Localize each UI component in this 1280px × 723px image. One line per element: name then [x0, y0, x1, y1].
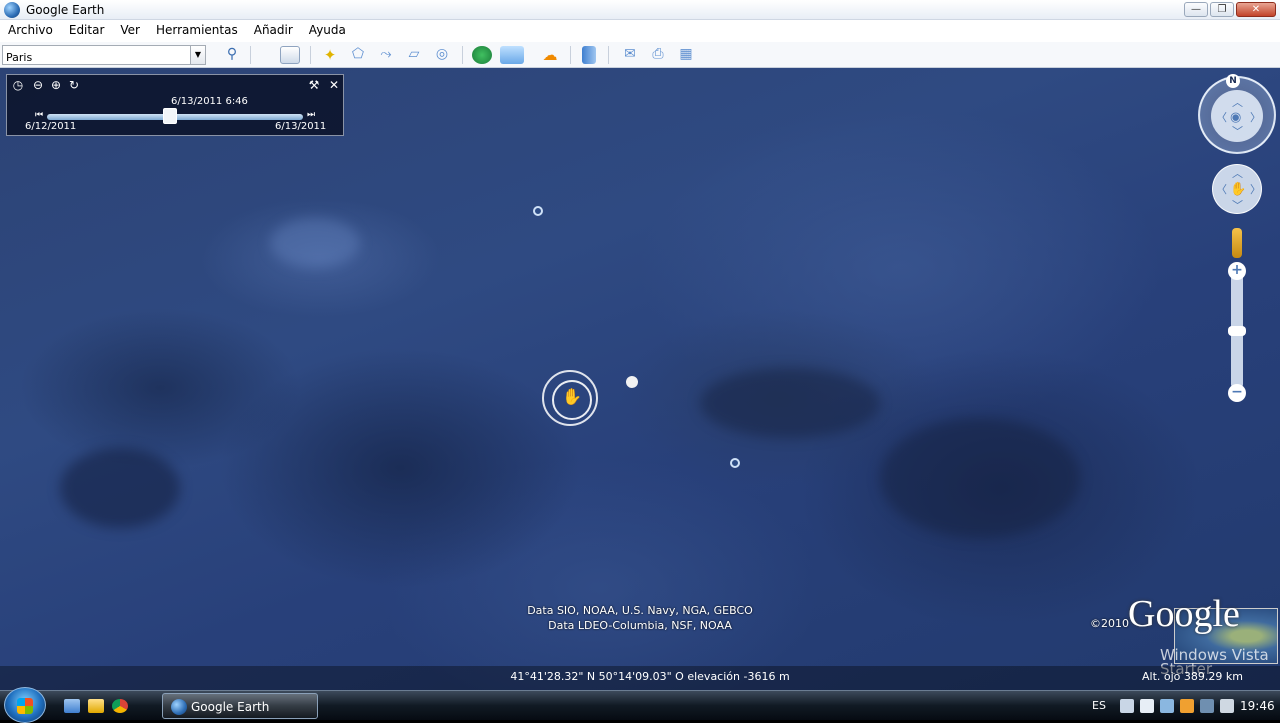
polygon-icon[interactable]: ⬠ — [348, 46, 368, 64]
window-title: Google Earth — [26, 3, 105, 17]
zoom-in-button[interactable]: + — [1228, 262, 1246, 280]
tour-icon[interactable]: ◎ — [432, 46, 452, 64]
sky-icon[interactable]: ☁ — [540, 46, 560, 64]
look-down-icon[interactable]: ﹀ — [1232, 126, 1243, 137]
print-icon[interactable]: ⎙ — [648, 46, 668, 64]
map-placemark[interactable] — [730, 458, 740, 468]
show-desktop-icon[interactable] — [64, 699, 80, 713]
time-end-label: 6/13/2011 — [275, 121, 327, 132]
google-earth-icon — [171, 699, 187, 715]
zoom-out-time-icon[interactable]: ⊖ — [31, 78, 45, 92]
north-indicator[interactable]: N — [1226, 74, 1240, 88]
map-marker-object[interactable] — [626, 376, 638, 388]
copyright-label: ©2010 — [1090, 617, 1129, 630]
settings-wrench-icon[interactable]: ⚒ — [307, 78, 321, 92]
eye-icon: ◉ — [1230, 110, 1242, 125]
google-earth-window: Google Earth — ❐ ✕ Archivo Editar Ver He… — [0, 0, 1280, 690]
menu-editar[interactable]: Editar — [61, 20, 113, 42]
chrome-icon[interactable] — [112, 699, 128, 713]
zoom-out-button[interactable]: − — [1228, 384, 1246, 402]
menu-anadir[interactable]: Añadir — [246, 20, 301, 42]
look-right-icon[interactable]: 〉 — [1250, 112, 1261, 123]
time-start-label: 6/12/2011 — [25, 121, 77, 132]
step-back-icon[interactable]: ⏮ — [35, 109, 45, 121]
tray-icon[interactable] — [1160, 699, 1174, 713]
street-view-pegman-icon[interactable] — [1232, 228, 1242, 258]
windows-logo-icon — [17, 698, 33, 714]
hand-cursor-icon: ✋ — [562, 387, 582, 406]
folder-icon[interactable] — [88, 699, 104, 713]
move-down-icon[interactable]: ﹀ — [1232, 200, 1243, 211]
zoom-slider-thumb[interactable] — [1228, 326, 1246, 336]
language-indicator[interactable]: ES — [1092, 699, 1106, 712]
taskbar: Google Earth ES 19:46 — [0, 687, 1280, 723]
email-icon[interactable]: ✉ — [620, 46, 640, 64]
status-bar: 41°41'28.32" N 50°14'09.03" O elevación … — [0, 666, 1280, 690]
volume-icon[interactable] — [1220, 699, 1234, 713]
clock-icon[interactable]: ◷ — [11, 78, 25, 92]
google-earth-icon — [4, 2, 20, 18]
look-left-icon[interactable]: 〈 — [1216, 112, 1227, 123]
tray-icon[interactable] — [1180, 699, 1194, 713]
move-right-icon[interactable]: 〉 — [1250, 184, 1261, 195]
terrain-feature — [880, 418, 1080, 538]
search-icon[interactable]: ⚲ — [222, 46, 242, 64]
network-icon[interactable] — [1200, 699, 1214, 713]
image-overlay-icon[interactable]: ▱ — [404, 46, 424, 64]
minimize-button[interactable]: — — [1184, 2, 1208, 17]
sunlight-icon[interactable] — [500, 46, 524, 64]
search-input[interactable] — [3, 48, 189, 67]
map-view[interactable]: ◷ ⊖ ⊕ ↻ ⚒ ✕ 6/13/2011 6:46 ⏮ ⏭ 6/12/2011… — [0, 68, 1280, 690]
tray-icon[interactable] — [1120, 699, 1134, 713]
play-loop-icon[interactable]: ↻ — [67, 78, 81, 92]
search-field[interactable]: ▼ — [2, 45, 206, 67]
time-slider-thumb[interactable] — [162, 108, 177, 124]
move-up-icon[interactable]: ︿ — [1232, 168, 1243, 179]
system-tray: ES 19:46 — [1084, 691, 1280, 721]
chevron-down-icon[interactable]: ▼ — [190, 46, 205, 64]
menu-herramientas[interactable]: Herramientas — [148, 20, 246, 42]
map-placemark[interactable] — [533, 206, 543, 216]
terrain-feature — [700, 368, 880, 438]
zoom-in-time-icon[interactable]: ⊕ — [49, 78, 63, 92]
step-forward-icon[interactable]: ⏭ — [307, 109, 317, 121]
title-bar[interactable]: Google Earth — ❐ ✕ — [0, 0, 1280, 20]
tray-icon[interactable] — [1140, 699, 1154, 713]
eye-altitude-readout: Alt. ojo 389.29 km — [1142, 670, 1243, 683]
maximize-button[interactable]: ❐ — [1210, 2, 1234, 17]
close-button[interactable]: ✕ — [1236, 2, 1276, 17]
menu-ayuda[interactable]: Ayuda — [301, 20, 354, 42]
taskbar-label: Google Earth — [191, 700, 270, 714]
sidebar-toggle-icon[interactable] — [280, 46, 300, 64]
attribution-line-1: Data SIO, NOAA, U.S. Navy, NGA, GEBCO — [527, 604, 753, 617]
move-left-icon[interactable]: 〈 — [1216, 184, 1227, 195]
taskbar-google-earth[interactable]: Google Earth — [162, 693, 318, 719]
maps-icon[interactable]: ▦ — [676, 46, 696, 64]
ruler-icon[interactable] — [582, 46, 596, 64]
placemark-icon[interactable]: ✦ — [320, 46, 340, 64]
attribution-line-2: Data LDEO-Columbia, NSF, NOAA — [548, 619, 732, 632]
historical-imagery-icon[interactable] — [472, 46, 492, 64]
time-current-label: 6/13/2011 6:46 — [171, 96, 248, 107]
pan-target-cursor: ✋ — [542, 370, 598, 426]
start-button[interactable] — [4, 687, 46, 723]
hand-icon: ✋ — [1230, 182, 1247, 197]
toolbar: ▼ ⚲ ✦ ⬠ ⤳ ▱ ◎ ☁ ✉ ⎙ ▦ — [0, 42, 1280, 68]
menu-ver[interactable]: Ver — [112, 20, 148, 42]
menu-bar: Archivo Editar Ver Herramientas Añadir A… — [0, 20, 1280, 42]
menu-archivo[interactable]: Archivo — [0, 20, 61, 42]
time-slider-panel: ◷ ⊖ ⊕ ↻ ⚒ ✕ 6/13/2011 6:46 ⏮ ⏭ 6/12/2011… — [6, 74, 344, 136]
clock[interactable]: 19:46 — [1240, 699, 1275, 713]
coordinates-readout: 41°41'28.32" N 50°14'09.03" O elevación … — [510, 670, 790, 683]
terrain-feature — [270, 218, 360, 268]
google-logo: Google — [1128, 593, 1240, 635]
close-icon[interactable]: ✕ — [327, 78, 341, 92]
terrain-feature — [60, 448, 180, 528]
path-icon[interactable]: ⤳ — [376, 46, 396, 64]
look-up-icon[interactable]: ︿ — [1232, 97, 1243, 108]
